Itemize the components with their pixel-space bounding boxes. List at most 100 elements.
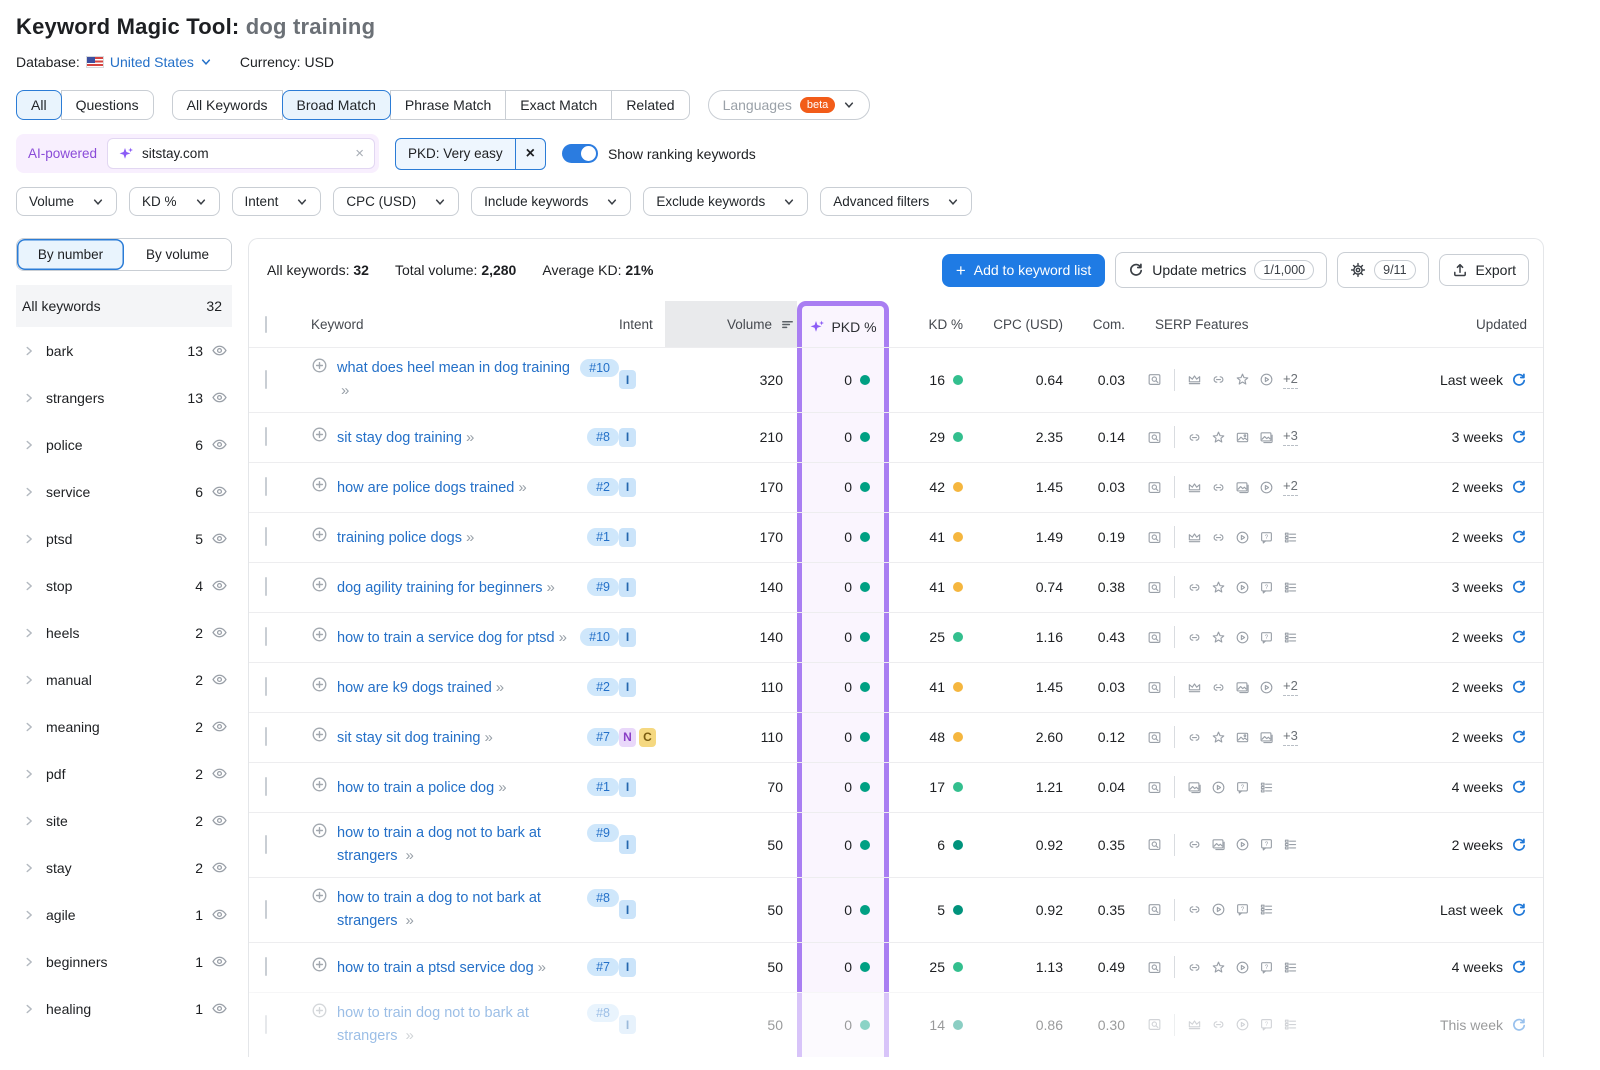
plus-circle-icon[interactable] — [311, 426, 328, 443]
row-checkbox[interactable] — [265, 727, 267, 746]
eye-icon[interactable] — [211, 436, 228, 453]
serp-preview-icon[interactable] — [1147, 430, 1162, 445]
sidebar-tab-by-volume[interactable]: By volume — [124, 239, 231, 270]
serp-more-count[interactable]: +3 — [1283, 428, 1298, 446]
sidebar-item-strangers[interactable]: strangers13 — [16, 374, 232, 421]
intent-badge-C[interactable]: C — [639, 728, 656, 747]
keyword-link[interactable]: how to train dog not to bark atstrangers… — [337, 1002, 529, 1048]
intent-badge-I[interactable]: I — [619, 370, 636, 389]
tab-all-keywords[interactable]: All Keywords — [172, 90, 283, 120]
serp-preview-icon[interactable] — [1147, 680, 1162, 695]
position-badge[interactable]: #1 — [587, 778, 619, 796]
intent-badge-I[interactable]: I — [619, 1015, 636, 1034]
select-all-checkbox[interactable] — [265, 316, 267, 333]
keyword-link[interactable]: how to train a service dog for ptsd» — [337, 626, 566, 649]
plus-circle-icon[interactable] — [311, 1002, 328, 1019]
sidebar-item-beginners[interactable]: beginners1 — [16, 938, 232, 985]
filter-intent[interactable]: Intent — [232, 187, 322, 216]
refresh-icon[interactable] — [1511, 779, 1527, 795]
eye-icon[interactable] — [211, 671, 228, 688]
sidebar-all-keywords-row[interactable]: All keywords 32 — [16, 285, 232, 327]
add-to-keyword-list-button[interactable]: + Add to keyword list — [942, 254, 1105, 287]
eye-icon[interactable] — [211, 718, 228, 735]
pkd-filter-chip[interactable]: PKD: Very easy × — [395, 138, 546, 170]
intent-badge-I[interactable]: I — [619, 778, 636, 797]
domain-input[interactable]: sitstay.com × — [107, 138, 375, 169]
serp-preview-icon[interactable] — [1147, 530, 1162, 545]
keyword-link[interactable]: how are police dogs trained» — [337, 476, 526, 499]
keyword-link[interactable]: sit stay sit dog training» — [337, 726, 492, 749]
expand-arrows-icon[interactable]: » — [484, 729, 491, 746]
eye-icon[interactable] — [211, 1000, 228, 1017]
sidebar-item-stay[interactable]: stay2 — [16, 844, 232, 891]
refresh-icon[interactable] — [1511, 729, 1527, 745]
plus-circle-icon[interactable] — [311, 776, 328, 793]
serp-preview-icon[interactable] — [1147, 780, 1162, 795]
keyword-link[interactable]: dog agility training for beginners» — [337, 576, 554, 599]
tab-exact-match[interactable]: Exact Match — [505, 90, 612, 120]
expand-arrows-icon[interactable]: » — [559, 629, 566, 646]
position-badge[interactable]: #9 — [587, 824, 619, 842]
row-checkbox[interactable] — [265, 900, 267, 919]
sidebar-item-stop[interactable]: stop4 — [16, 562, 232, 609]
col-serp-features[interactable]: SERP Features — [1125, 317, 1375, 332]
sidebar-item-service[interactable]: service6 — [16, 468, 232, 515]
eye-icon[interactable] — [211, 530, 228, 547]
col-pkd[interactable]: PKD % — [797, 301, 889, 347]
refresh-icon[interactable] — [1511, 372, 1527, 388]
remove-pkd-filter-icon[interactable]: × — [515, 139, 545, 169]
sidebar-item-healing[interactable]: healing1 — [16, 985, 232, 1032]
eye-icon[interactable] — [211, 953, 228, 970]
intent-badge-I[interactable]: I — [619, 628, 636, 647]
plus-circle-icon[interactable] — [311, 676, 328, 693]
sidebar-item-pdf[interactable]: pdf2 — [16, 750, 232, 797]
expand-arrows-icon[interactable]: » — [405, 1027, 412, 1044]
col-kd[interactable]: KD % — [889, 317, 963, 332]
expand-arrows-icon[interactable]: » — [405, 912, 412, 929]
sidebar-item-manual[interactable]: manual2 — [16, 656, 232, 703]
eye-icon[interactable] — [211, 859, 228, 876]
export-button[interactable]: Export — [1439, 254, 1529, 286]
intent-badge-I[interactable]: I — [619, 900, 636, 919]
row-checkbox[interactable] — [265, 577, 267, 596]
clear-input-icon[interactable]: × — [355, 145, 364, 162]
languages-dropdown[interactable]: Languages beta — [708, 90, 871, 120]
refresh-icon[interactable] — [1511, 479, 1527, 495]
intent-badge-I[interactable]: I — [619, 478, 636, 497]
intent-badge-I[interactable]: I — [619, 528, 636, 547]
col-intent[interactable]: Intent — [619, 317, 665, 332]
filter-advanced-filters[interactable]: Advanced filters — [820, 187, 972, 216]
position-badge[interactable]: #2 — [587, 478, 619, 496]
col-com[interactable]: Com. — [1063, 317, 1125, 332]
sidebar-item-ptsd[interactable]: ptsd5 — [16, 515, 232, 562]
serp-preview-icon[interactable] — [1147, 480, 1162, 495]
keyword-link[interactable]: training police dogs» — [337, 526, 473, 549]
eye-icon[interactable] — [211, 389, 228, 406]
row-checkbox[interactable] — [265, 777, 267, 796]
keyword-link[interactable]: how to train a dog to not bark atstrange… — [337, 887, 541, 933]
expand-arrows-icon[interactable]: » — [498, 779, 505, 796]
eye-icon[interactable] — [211, 483, 228, 500]
sidebar-item-site[interactable]: site2 — [16, 797, 232, 844]
serp-preview-icon[interactable] — [1147, 1017, 1162, 1032]
position-badge[interactable]: #9 — [587, 578, 619, 596]
keyword-link[interactable]: how to train a ptsd service dog» — [337, 956, 545, 979]
plus-circle-icon[interactable] — [311, 726, 328, 743]
row-checkbox[interactable] — [265, 527, 267, 546]
expand-arrows-icon[interactable]: » — [518, 479, 525, 496]
row-checkbox[interactable] — [265, 477, 267, 496]
position-badge[interactable]: #7 — [587, 958, 619, 976]
tab-related[interactable]: Related — [611, 90, 689, 120]
row-checkbox[interactable] — [265, 835, 267, 854]
expand-arrows-icon[interactable]: » — [466, 529, 473, 546]
serp-preview-icon[interactable] — [1147, 630, 1162, 645]
refresh-icon[interactable] — [1511, 1017, 1527, 1033]
sidebar-tab-by-number[interactable]: By number — [17, 239, 124, 270]
serp-preview-icon[interactable] — [1147, 730, 1162, 745]
filter-include-keywords[interactable]: Include keywords — [471, 187, 631, 216]
serp-more-count[interactable]: +2 — [1283, 678, 1298, 696]
position-badge[interactable]: #1 — [587, 528, 619, 546]
intent-badge-N[interactable]: N — [619, 728, 636, 747]
serp-more-count[interactable]: +2 — [1283, 478, 1298, 496]
refresh-icon[interactable] — [1511, 959, 1527, 975]
